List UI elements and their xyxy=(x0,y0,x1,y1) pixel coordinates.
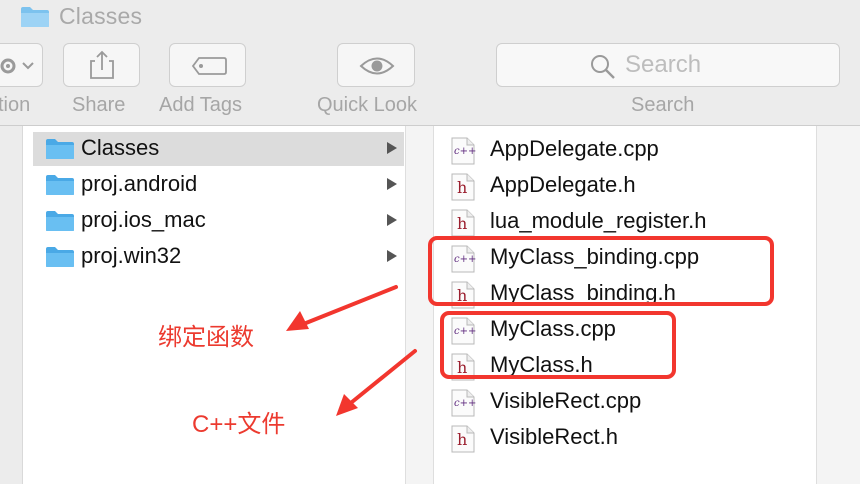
file-name: VisibleRect.h xyxy=(490,424,618,449)
window-title: Classes xyxy=(59,3,143,29)
header-file-icon: h xyxy=(451,209,475,237)
cpp-files-highlight xyxy=(440,311,676,379)
toolbar: tion Share Add Tags Quick Look Search Se… xyxy=(0,34,860,126)
file-row[interactable]: c++ VisibleRect.cpp xyxy=(434,384,816,420)
folder-name: proj.win32 xyxy=(81,243,182,268)
file-name: AppDelegate.h xyxy=(490,172,636,197)
add-tags-button[interactable] xyxy=(169,43,246,87)
file-type-glyph: h xyxy=(457,214,468,233)
cpp-file-icon: c++ xyxy=(451,389,477,417)
file-type-glyph: c++ xyxy=(454,146,477,157)
disclosure-arrow-icon xyxy=(387,250,397,262)
file-row[interactable]: h AppDelegate.h xyxy=(434,168,816,204)
sidebar-edge xyxy=(0,126,22,484)
file-name: VisibleRect.cpp xyxy=(490,388,642,413)
eye-icon xyxy=(359,57,395,75)
file-type-glyph: h xyxy=(457,430,468,449)
next-column xyxy=(816,126,860,484)
folder-icon xyxy=(46,175,74,195)
file-type-glyph: c++ xyxy=(454,398,477,409)
disclosure-arrow-icon xyxy=(387,178,397,190)
disclosure-arrow-icon xyxy=(387,214,397,226)
search-label: Search xyxy=(631,94,695,116)
search-placeholder: Search xyxy=(625,51,702,78)
folder-row-proj-ios-mac[interactable]: proj.ios_mac xyxy=(33,204,404,238)
cpp-files-label: C++文件 xyxy=(192,411,286,438)
disclosure-arrow-icon xyxy=(387,142,397,154)
quick-look-button[interactable] xyxy=(337,43,415,87)
file-row[interactable]: h VisibleRect.h xyxy=(434,420,816,456)
share-button[interactable] xyxy=(63,43,140,87)
header-file-icon: h xyxy=(451,425,475,453)
folder-name: proj.android xyxy=(81,171,198,196)
binding-functions-label: 绑定函数 xyxy=(158,324,254,351)
quick-look-label: Quick Look xyxy=(317,94,418,116)
folder-icon xyxy=(21,7,49,27)
action-label: tion xyxy=(0,94,31,116)
file-row[interactable]: c++ AppDelegate.cpp xyxy=(434,132,816,168)
folder-name: proj.ios_mac xyxy=(81,207,206,232)
add-tags-label: Add Tags xyxy=(159,94,243,116)
search-icon xyxy=(591,55,615,79)
share-label: Share xyxy=(72,94,126,116)
file-name: lua_module_register.h xyxy=(490,208,707,233)
binding-files-highlight xyxy=(428,236,774,306)
cpp-file-icon: c++ xyxy=(451,137,477,165)
folder-row-proj-android[interactable]: proj.android xyxy=(33,168,404,202)
search-input[interactable]: Search xyxy=(496,43,840,87)
folder-icon xyxy=(46,211,74,231)
file-name: AppDelegate.cpp xyxy=(490,136,659,161)
file-type-glyph: h xyxy=(457,178,468,197)
file-row[interactable]: h lua_module_register.h xyxy=(434,204,816,240)
folder-icon xyxy=(46,139,74,159)
action-button[interactable] xyxy=(0,43,43,87)
column-resize-handle[interactable] xyxy=(405,126,434,484)
share-icon xyxy=(90,50,114,79)
gear-dropdown-icon xyxy=(0,58,34,74)
tag-icon xyxy=(191,57,227,75)
folder-icon xyxy=(46,247,74,267)
header-file-icon: h xyxy=(451,173,475,201)
title-bar: Classes xyxy=(0,0,860,34)
folder-name: Classes xyxy=(81,135,160,160)
folder-row-proj-win32[interactable]: proj.win32 xyxy=(33,240,404,274)
folder-row-classes[interactable]: Classes xyxy=(33,132,404,166)
